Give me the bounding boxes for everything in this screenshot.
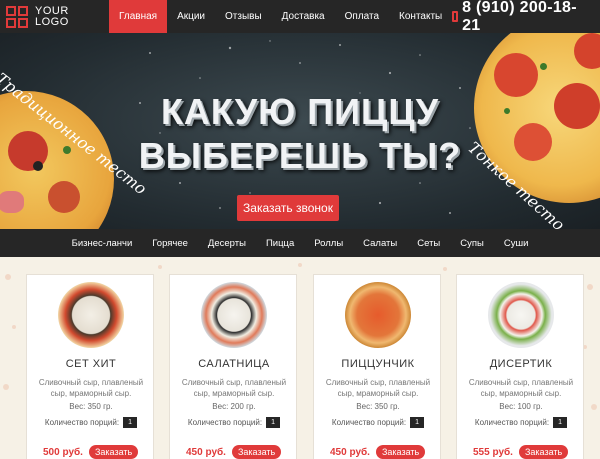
product-description: Сливочный сыр, плавленый сыр, мраморный … [181,378,287,398]
nav-delivery[interactable]: Доставка [272,0,335,33]
hero-banner: Традиционное тесто Тонкое тесто КАКУЮ ПИ… [0,33,600,229]
category-sets[interactable]: Сеты [407,238,450,249]
product-title: ДИСЕРТИК [489,358,553,370]
category-soups[interactable]: Супы [450,238,494,249]
category-pizza[interactable]: Пицца [256,238,304,249]
quantity-input[interactable]: 1 [266,417,281,428]
product-weight: Вес: 350 гр. [69,402,113,411]
logo[interactable]: YOUR LOGO [6,4,105,28]
logo-text: YOUR LOGO [35,4,69,28]
quantity-input[interactable]: 1 [410,417,425,428]
category-desserts[interactable]: Десерты [198,238,256,249]
product-image[interactable] [58,282,124,348]
nav-home[interactable]: Главная [109,0,168,33]
product-price: 450 руб. [186,446,226,458]
hero-title: КАКУЮ ПИЦЦУ ВЫБЕРЕШЬ ТЫ? [0,90,600,178]
product-card: СЕТ ХИТ Сливочный сыр, плавленый сыр, мр… [26,274,154,459]
product-quantity: Количество порций: 1 [170,417,298,428]
product-card: ПИЦЦУНЧИК Сливочный сыр, плавленый сыр, … [313,274,441,459]
category-business-lunch[interactable]: Бизнес-ланчи [62,238,143,249]
quantity-input[interactable]: 1 [123,417,138,428]
phone-icon [452,11,459,22]
product-footer: 450 руб. Заказать [330,445,426,459]
request-call-button[interactable]: Заказать звонок [237,195,339,221]
product-card: ДИСЕРТИК Сливочный сыр, плавленый сыр, м… [456,274,584,459]
top-header: YOUR LOGO Главная Акции Отзывы Доставка … [0,0,600,35]
product-list: СЕТ ХИТ Сливочный сыр, плавленый сыр, мр… [0,257,600,459]
quantity-label: Количество порций: [187,418,263,427]
nav-payment[interactable]: Оплата [335,0,389,33]
order-button[interactable]: Заказать [88,445,139,459]
product-footer: 555 руб. Заказать [473,445,569,459]
product-quantity: Количество порций: 1 [27,417,155,428]
phone-number[interactable]: 8 (910) 200-18-21 [462,0,586,35]
main-nav: Главная Акции Отзывы Доставка Оплата Кон… [105,0,452,33]
product-card: САЛАТНИЦА Сливочный сыр, плавленый сыр, … [169,274,297,459]
product-price: 450 руб. [330,446,370,458]
product-weight: Вес: 350 гр. [356,402,400,411]
product-price: 555 руб. [473,446,513,458]
category-hot[interactable]: Горячее [142,238,198,249]
category-sushi[interactable]: Суши [494,238,539,249]
nav-reviews[interactable]: Отзывы [215,0,272,33]
order-button[interactable]: Заказать [375,445,426,459]
product-quantity: Количество порций: 1 [457,417,585,428]
product-title: СЕТ ХИТ [65,358,117,370]
logo-line-1: YOUR [35,4,69,17]
product-quantity: Количество порций: 1 [314,417,442,428]
product-title: ПИЦЦУНЧИК [341,358,415,370]
product-footer: 500 руб. Заказать [43,445,139,459]
hero-title-line-2: ВЫБЕРЕШЬ ТЫ? [138,135,462,176]
quantity-label: Количество порций: [474,418,550,427]
product-image[interactable] [201,282,267,348]
product-weight: Вес: 200 гр. [212,402,256,411]
product-price: 500 руб. [43,446,83,458]
nav-contacts[interactable]: Контакты [389,0,452,33]
quantity-label: Количество порций: [44,418,120,427]
quantity-label: Количество порций: [331,418,407,427]
category-rolls[interactable]: Роллы [304,238,353,249]
product-footer: 450 руб. Заказать [186,445,282,459]
category-nav: Бизнес-ланчи Горячее Десерты Пицца Роллы… [0,229,600,257]
quantity-input[interactable]: 1 [553,417,568,428]
logo-line-2: LOGO [35,15,69,28]
nav-promotions[interactable]: Акции [167,0,215,33]
product-title: САЛАТНИЦА [198,358,270,370]
phone-contact[interactable]: 8 (910) 200-18-21 [452,0,586,35]
hero-title-line-1: КАКУЮ ПИЦЦУ [160,91,440,132]
product-image[interactable] [488,282,554,348]
order-button[interactable]: Заказать [231,445,282,459]
product-description: Сливочный сыр, плавленый сыр, мраморный … [38,378,144,398]
category-salads[interactable]: Салаты [353,238,407,249]
product-weight: Вес: 100 гр. [499,402,543,411]
product-image[interactable] [345,282,411,348]
product-description: Сливочный сыр, плавленый сыр, мраморный … [468,378,574,398]
logo-mark-icon [6,5,28,28]
order-button[interactable]: Заказать [518,445,569,459]
product-description: Сливочный сыр, плавленый сыр, мраморный … [325,378,431,398]
